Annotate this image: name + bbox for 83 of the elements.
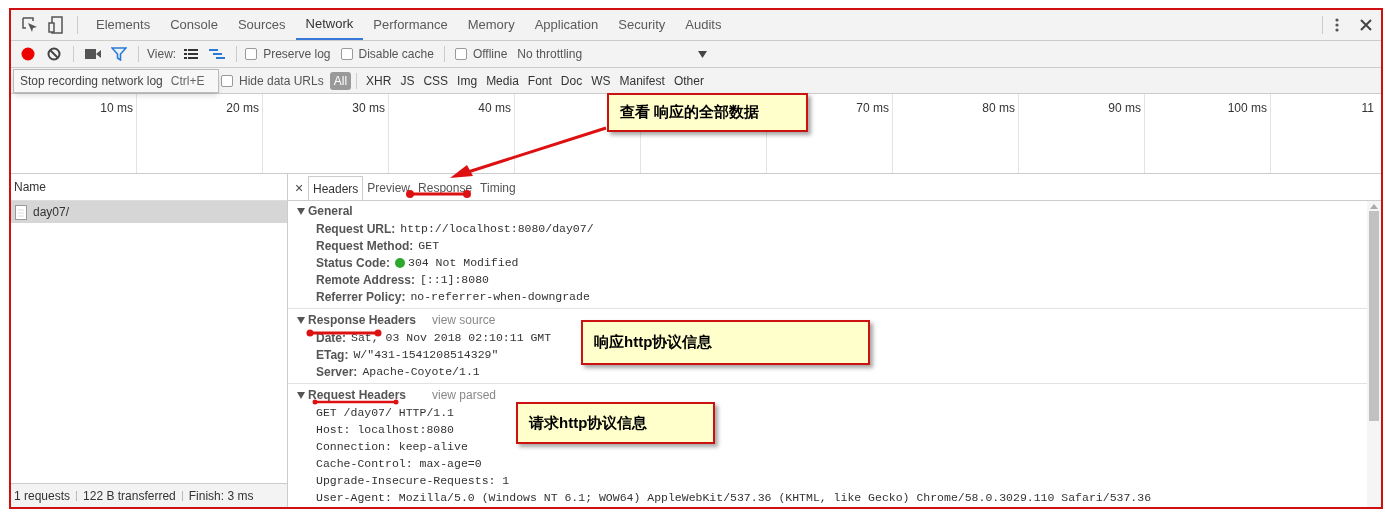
type-filter[interactable]: CSS: [419, 71, 453, 90]
timeline-tick-label: 90 ms: [1108, 100, 1141, 115]
hide-data-urls-checkbox[interactable]: Hide data URLs: [221, 71, 324, 90]
filter-icon[interactable]: [108, 44, 130, 64]
timeline-tick-label: 40 ms: [478, 100, 511, 115]
header-value: W/"431-1541208514329": [353, 346, 499, 363]
status-dot-icon: [395, 257, 405, 268]
detail-tab[interactable]: Response: [414, 176, 477, 200]
callout-note: 查看 响应的全部数据: [607, 93, 808, 132]
section-title[interactable]: General: [308, 202, 432, 220]
header-value: Sat, 03 Nov 2018 02:10:11 GMT: [351, 329, 552, 346]
header-name: Referrer Policy:: [316, 288, 406, 306]
status-text: 122 B transferred: [83, 487, 176, 505]
type-filter[interactable]: Other: [669, 71, 708, 90]
scrollbar-thumb[interactable]: [1369, 211, 1379, 421]
view-toggle-link[interactable]: view source: [432, 311, 496, 329]
panel-tab[interactable]: Application: [524, 10, 609, 40]
timeline-tick-label: 20 ms: [226, 100, 259, 115]
type-filter[interactable]: Manifest: [615, 71, 669, 90]
request-row[interactable]: day07/: [11, 201, 287, 223]
timeline-tick-label: 11: [1361, 100, 1374, 115]
expanded-triangle-icon[interactable]: [296, 391, 306, 399]
header-name: Request URL:: [316, 220, 396, 238]
header-name: Request Method:: [316, 237, 414, 255]
column-header: Name: [14, 179, 46, 196]
header-value: Apache-Coyote/1.1: [362, 363, 480, 380]
type-filter[interactable]: Font: [523, 71, 556, 90]
section-title[interactable]: Request Headers: [308, 386, 432, 404]
view-label: View:: [147, 46, 177, 63]
detail-tab[interactable]: Timing: [476, 176, 520, 200]
timeline-tick-label: 100 ms: [1227, 100, 1267, 115]
header-value: 304 Not Modified: [408, 254, 519, 271]
panel-tab[interactable]: Performance: [363, 10, 458, 40]
callout-note: 响应http协议信息: [581, 320, 870, 365]
detail-tab[interactable]: Preview: [363, 176, 415, 200]
panel-tab[interactable]: Security: [608, 10, 676, 40]
tooltip-text: Stop recording network log: [20, 73, 163, 90]
header-value: [::1]:8080: [419, 271, 489, 288]
timeline-tick-label: 30 ms: [352, 100, 385, 115]
timeline-tick-label: 10 ms: [100, 100, 133, 115]
close-button[interactable]: ×: [290, 176, 308, 200]
expanded-triangle-icon[interactable]: [296, 207, 306, 215]
raw-header-line: Upgrade-Insecure-Requests: 1: [316, 474, 510, 487]
raw-header-line: Host: localhost:8080: [316, 423, 455, 436]
type-filter[interactable]: XHR: [362, 71, 396, 90]
option-checkbox[interactable]: Preserve log: [245, 45, 331, 63]
header-value: http://localhost:8080/day07/: [400, 220, 594, 237]
header-name: ETag:: [316, 346, 349, 364]
timeline-tick-label: 80 ms: [982, 100, 1015, 115]
detail-tab[interactable]: Headers: [308, 176, 364, 200]
status-text: 1 requests: [14, 487, 71, 505]
header-value: GET: [418, 237, 440, 254]
header-value: no-referrer-when-downgrade: [410, 288, 590, 305]
type-filter[interactable]: Media: [482, 71, 523, 90]
shortcut-label: Ctrl+E: [170, 73, 205, 90]
raw-header-line: User-Agent: Mozilla/5.0 (Windows NT 6.1; WOW64) AppleWebKit/537.36 (KHTML, like Gecko) Chrome/58.0.3029.110 Safari/537.36: [316, 491, 1152, 504]
document-icon: [15, 204, 27, 220]
raw-header-line: Connection: keep-alive: [316, 440, 468, 453]
dropdown-caret-icon: [698, 50, 708, 58]
type-filter[interactable]: JS: [396, 71, 419, 90]
header-name: Remote Address:: [316, 271, 415, 289]
panel-tab[interactable]: Audits: [675, 10, 732, 40]
option-checkbox[interactable]: Offline: [454, 45, 508, 63]
type-filter[interactable]: Doc: [556, 71, 587, 90]
panel-tab[interactable]: Console: [160, 10, 228, 40]
raw-header-line: GET /day07/ HTTP/1.1: [316, 406, 455, 419]
status-text: Finish: 3 ms: [188, 487, 254, 505]
panel-tab[interactable]: Memory: [457, 10, 525, 40]
timeline-tick-label: 70 ms: [856, 100, 889, 115]
type-filter[interactable]: Img: [453, 71, 482, 90]
throttling-dropdown[interactable]: No throttling: [517, 45, 708, 63]
header-name: Server:: [316, 363, 358, 381]
type-filter[interactable]: WS: [587, 71, 615, 90]
header-name: Date:: [316, 329, 346, 347]
view-toggle-link[interactable]: view parsed: [432, 386, 497, 404]
header-name: Status Code:: [316, 254, 390, 272]
section-title[interactable]: Response Headers: [308, 311, 432, 329]
option-checkbox[interactable]: Disable cache: [340, 45, 434, 63]
panel-tab[interactable]: Elements: [86, 10, 161, 40]
panel-tab[interactable]: Sources: [227, 10, 296, 40]
raw-header-line: Cache-Control: max-age=0: [316, 457, 482, 470]
expanded-triangle-icon[interactable]: [296, 316, 306, 324]
callout-note: 请求http协议信息: [516, 402, 715, 444]
